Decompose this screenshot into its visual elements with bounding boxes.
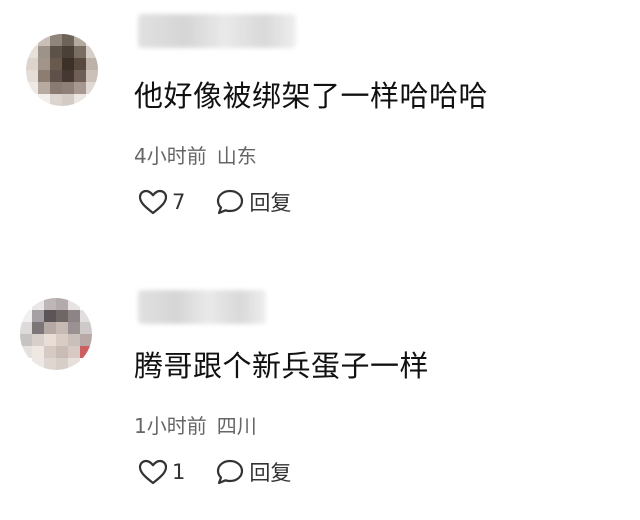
username-blurred[interactable] (138, 290, 266, 324)
avatar-mosaic-cell (44, 310, 56, 322)
avatar-mosaic-cell (68, 334, 80, 346)
avatar-mosaic-cell (50, 46, 62, 58)
avatar-mosaic-cell (86, 46, 98, 58)
avatar-mosaic-cell (20, 322, 32, 334)
comment-bubble-icon (215, 188, 245, 216)
avatar-mosaic-cell (38, 70, 50, 82)
avatar-mosaic-cell (44, 346, 56, 358)
avatar-mosaic-cell (74, 34, 86, 46)
avatar-mosaic-cell (80, 346, 92, 358)
heart-icon (138, 459, 168, 485)
avatar-mosaic-cell (68, 358, 80, 370)
avatar-mosaic-cell (62, 70, 74, 82)
avatar-mosaic-cell (56, 346, 68, 358)
comment-text: 他好像被绑架了一样哈哈哈 (134, 79, 489, 113)
avatar-mosaic-cell (20, 346, 32, 358)
avatar-mosaic-cell (26, 94, 38, 106)
avatar-mosaic-cell (74, 82, 86, 94)
comment-text: 腾哥跟个新兵蛋子一样 (134, 349, 430, 383)
avatar-mosaic-cell (68, 346, 80, 358)
like-count: 7 (172, 190, 186, 214)
avatar-mosaic-cell (86, 34, 98, 46)
avatar-mosaic-cell (50, 70, 62, 82)
avatar-mosaic-cell (26, 70, 38, 82)
comment-actions: 7 回复 (138, 186, 291, 218)
comment-meta: 4小时前 山东 (134, 140, 257, 169)
comment-time: 1小时前 (134, 414, 207, 438)
avatar-mosaic-cell (80, 310, 92, 322)
avatar-mosaic-cell (32, 358, 44, 370)
avatar-mosaic-cell (56, 334, 68, 346)
avatar-mosaic-cell (56, 298, 68, 310)
avatar-mosaic-cell (74, 70, 86, 82)
username-blurred[interactable] (138, 14, 296, 48)
avatar-mosaic-cell (62, 34, 74, 46)
avatar-mosaic-cell (68, 310, 80, 322)
avatar-mosaic-cell (26, 58, 38, 70)
avatar-mosaic-cell (56, 322, 68, 334)
avatar[interactable] (20, 298, 92, 370)
avatar-mosaic-cell (80, 322, 92, 334)
avatar-mosaic-cell (44, 298, 56, 310)
avatar-mosaic-cell (32, 322, 44, 334)
avatar-mosaic-cell (50, 34, 62, 46)
avatar-mosaic-cell (80, 298, 92, 310)
avatar-mosaic-cell (38, 82, 50, 94)
avatar-mosaic-cell (50, 58, 62, 70)
avatar-mosaic-cell (62, 94, 74, 106)
avatar-mosaic-cell (86, 94, 98, 106)
avatar-mosaic-cell (38, 94, 50, 106)
avatar-mosaic-cell (62, 46, 74, 58)
avatar-mosaic-cell (80, 334, 92, 346)
avatar-mosaic-cell (38, 46, 50, 58)
comment-meta: 1小时前 四川 (134, 410, 257, 439)
avatar-mosaic-cell (44, 322, 56, 334)
avatar-mosaic-cell (20, 358, 32, 370)
comment-location: 四川 (216, 414, 257, 438)
avatar-mosaic-cell (68, 298, 80, 310)
avatar-mosaic-cell (86, 58, 98, 70)
avatar-mosaic-cell (74, 58, 86, 70)
avatar-mosaic-cell (50, 94, 62, 106)
avatar-mosaic-cell (32, 334, 44, 346)
avatar-mosaic-cell (26, 46, 38, 58)
avatar-mosaic-cell (44, 334, 56, 346)
avatar-mosaic-cell (20, 334, 32, 346)
avatar-mosaic-cell (56, 358, 68, 370)
comment-time: 4小时前 (134, 144, 207, 168)
avatar-mosaic-cell (20, 310, 32, 322)
comment-bubble-icon (215, 458, 245, 486)
avatar-mosaic-cell (74, 46, 86, 58)
avatar-mosaic-cell (80, 358, 92, 370)
avatar-mosaic-cell (62, 58, 74, 70)
like-button[interactable]: 7 (138, 189, 185, 215)
avatar-mosaic-cell (86, 70, 98, 82)
avatar-mosaic-cell (56, 310, 68, 322)
reply-button[interactable]: 回复 (215, 457, 291, 487)
avatar-mosaic-cell (32, 310, 44, 322)
avatar-mosaic-cell (68, 322, 80, 334)
avatar-mosaic-cell (38, 58, 50, 70)
comment-location: 山东 (216, 144, 257, 168)
reply-label: 回复 (249, 191, 292, 215)
avatar-mosaic-cell (20, 298, 32, 310)
avatar-mosaic-cell (26, 82, 38, 94)
like-count: 1 (172, 460, 186, 484)
avatar-mosaic-cell (44, 358, 56, 370)
avatar[interactable] (26, 34, 98, 106)
avatar-mosaic-cell (50, 82, 62, 94)
heart-icon (138, 189, 168, 215)
like-button[interactable]: 1 (138, 459, 185, 485)
avatar-mosaic-cell (32, 346, 44, 358)
avatar-mosaic-cell (86, 82, 98, 94)
reply-button[interactable]: 回复 (215, 187, 291, 217)
comment-actions: 1 回复 (138, 456, 291, 488)
avatar-mosaic-cell (26, 34, 38, 46)
avatar-mosaic-cell (38, 34, 50, 46)
avatar-mosaic-cell (32, 298, 44, 310)
avatar-mosaic-cell (74, 94, 86, 106)
reply-label: 回复 (249, 461, 292, 485)
avatar-mosaic-cell (62, 82, 74, 94)
